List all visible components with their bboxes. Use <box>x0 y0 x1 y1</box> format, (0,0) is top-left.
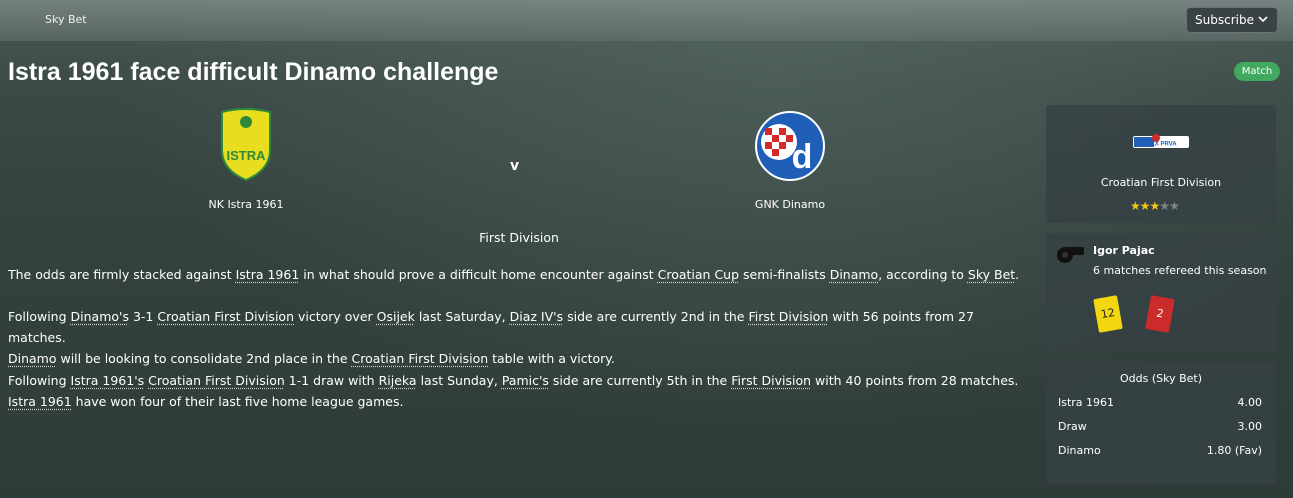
paragraph-text: side are currently 2nd in the <box>563 309 749 324</box>
paragraph-text: Following <box>8 373 71 388</box>
referee-panel[interactable]: Igor Pajac 6 matches refereed this seaso… <box>1046 233 1276 351</box>
subscribe-button[interactable]: Subscribe <box>1186 7 1278 33</box>
odds-label: Istra 1961 <box>1058 396 1115 409</box>
competition-label: First Division <box>479 230 559 245</box>
red-card-count: 2 <box>1145 295 1175 333</box>
link-croatian-first-division[interactable]: Croatian First Division <box>352 351 489 366</box>
away-team-name[interactable]: GNK Dinamo <box>690 198 890 211</box>
paragraph-text: . <box>1015 267 1020 282</box>
link-dinamo[interactable]: Dinamo <box>8 351 57 366</box>
referee-stats: 6 matches refereed this season <box>1093 264 1267 277</box>
versus-label: v <box>510 158 520 174</box>
odds-label: Dinamo <box>1058 444 1101 457</box>
paragraph-text: in what should prove a difficult home en… <box>299 267 658 282</box>
odds-value: 1.80 (Fav) <box>1206 444 1262 457</box>
odds-row-home: Istra 1961 4.00 <box>1058 396 1262 409</box>
link-first-division[interactable]: First Division <box>731 373 811 388</box>
home-team-logo[interactable]: ISTRA <box>219 108 273 186</box>
paragraph-text: last Saturday, <box>414 309 510 324</box>
link-sky-bet[interactable]: Sky Bet <box>968 267 1015 282</box>
link-croatian-first-division[interactable]: Croatian First Division <box>148 373 285 388</box>
paragraph-text: 1-1 draw with <box>284 373 379 388</box>
competition-logo: MAX PRVA <box>1132 133 1190 155</box>
match-badge: Match <box>1234 62 1280 81</box>
link-istra[interactable]: Istra 1961 <box>236 267 300 282</box>
competition-logo-text: MAX PRVA <box>1145 142 1177 148</box>
link-croatian-cup[interactable]: Croatian Cup <box>658 267 739 282</box>
competition-panel[interactable]: MAX PRVA Croatian First Division ★★★★★ <box>1046 105 1276 223</box>
subscribe-label: Subscribe <box>1195 13 1254 27</box>
paragraph-text: The odds are firmly stacked against <box>8 267 236 282</box>
away-team-logo[interactable]: d <box>754 110 826 186</box>
competition-rating: ★★★★★ <box>1130 199 1180 213</box>
paragraph-text: will be looking to consolidate 2nd place… <box>56 351 352 366</box>
paragraph-text: 3-1 <box>128 309 158 324</box>
star-icon: ★ <box>1169 199 1180 213</box>
article-paragraph-1: The odds are firmly stacked against Istr… <box>8 264 1028 285</box>
paragraph-text: with 40 points from 28 matches. <box>811 373 1019 388</box>
article-paragraph-3: Following Istra 1961's Croatian First Di… <box>8 370 1028 412</box>
paragraph-text: side are currently 5th in the <box>548 373 732 388</box>
star-icon: ★ <box>1139 199 1151 213</box>
odds-row-away: Dinamo 1.80 (Fav) <box>1058 444 1262 457</box>
link-first-division[interactable]: First Division <box>748 309 828 324</box>
referee-name[interactable]: Igor Pajac <box>1093 244 1155 257</box>
odds-value: 4.00 <box>1237 396 1263 409</box>
yellow-card-count: 12 <box>1093 295 1123 333</box>
link-dinamo[interactable]: Dinamo's <box>71 309 129 324</box>
star-icon: ★ <box>1149 199 1161 213</box>
odds-row-draw: Draw 3.00 <box>1058 420 1262 433</box>
home-team-name[interactable]: NK Istra 1961 <box>146 198 346 211</box>
paragraph-text: have won four of their last five home le… <box>71 394 404 409</box>
link-rijeka[interactable]: Rijeka <box>379 373 417 388</box>
article-paragraph-2: Following Dinamo's 3-1 Croatian First Di… <box>8 306 1028 369</box>
link-manager-pamic[interactable]: Pamic's <box>502 373 549 388</box>
link-manager-diaz[interactable]: Diaz IV's <box>510 309 563 324</box>
odds-title: Odds (Sky Bet) <box>1119 372 1203 385</box>
link-dinamo[interactable]: Dinamo <box>830 267 879 282</box>
chevron-down-icon <box>1258 8 1268 41</box>
news-source: Sky Bet <box>45 13 87 26</box>
star-icon: ★ <box>1159 199 1170 213</box>
home-logo-text: ISTRA <box>227 148 267 163</box>
paragraph-text: table with a victory. <box>488 351 615 366</box>
odds-label: Draw <box>1058 420 1087 433</box>
star-icon: ★ <box>1130 199 1141 213</box>
link-istra[interactable]: Istra 1961's <box>71 373 145 388</box>
away-logo-text: d <box>792 138 813 176</box>
odds-panel: Odds (Sky Bet) Istra 1961 4.00 Draw 3.00… <box>1046 362 1276 484</box>
paragraph-text: semi-finalists <box>739 267 830 282</box>
link-croatian-first-division[interactable]: Croatian First Division <box>157 309 294 324</box>
competition-name: Croatian First Division <box>1100 176 1222 189</box>
odds-value: 3.00 <box>1237 420 1263 433</box>
top-bar: Sky Bet Subscribe <box>0 0 1293 41</box>
link-osijek[interactable]: Osijek <box>377 309 415 324</box>
article-headline: Istra 1961 face difficult Dinamo challen… <box>8 58 499 86</box>
whistle-icon <box>1054 241 1086 269</box>
paragraph-text: Following <box>8 309 71 324</box>
paragraph-text: last Sunday, <box>416 373 502 388</box>
link-istra[interactable]: Istra 1961 <box>8 394 72 409</box>
paragraph-text: victory over <box>294 309 377 324</box>
paragraph-text: , according to <box>878 267 968 282</box>
